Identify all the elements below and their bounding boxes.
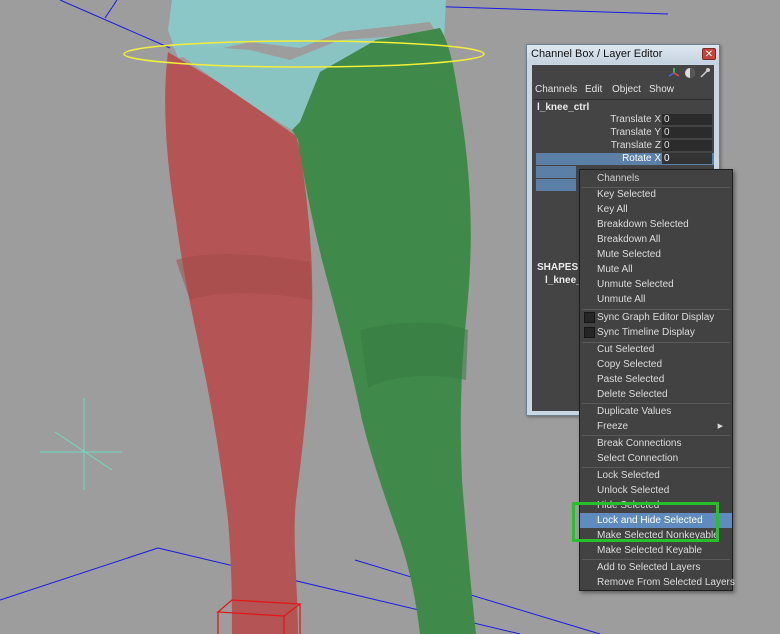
menu-header: Channels (597, 173, 640, 184)
attribute-value[interactable]: 0 (662, 140, 712, 151)
menu-item-make-selected-nonkeyable[interactable]: Make Selected Nonkeyable (580, 528, 732, 543)
attribute-row-selected[interactable] (536, 166, 576, 178)
menu-object[interactable]: Object (612, 84, 641, 95)
attribute-value[interactable]: 0 (662, 114, 712, 125)
icon-bar (532, 65, 714, 81)
close-button[interactable]: ✕ (702, 48, 716, 60)
menu-edit[interactable]: Edit (585, 84, 602, 95)
menu-item-sync-graph-editor[interactable]: Sync Graph Editor Display (580, 310, 732, 325)
menu-item-unmute-all[interactable]: Unmute All (580, 292, 732, 307)
menu-item-mute-all[interactable]: Mute All (580, 262, 732, 277)
attribute-label: Translate X (610, 114, 661, 125)
menu-item-cut-selected[interactable]: Cut Selected (580, 342, 732, 357)
menu-item-add-to-selected-layers[interactable]: Add to Selected Layers (580, 560, 732, 575)
menu-item-delete-selected[interactable]: Delete Selected (580, 387, 732, 402)
menu-item-freeze[interactable]: Freeze ▶ (580, 419, 732, 434)
attribute-label: Rotate X (622, 153, 661, 164)
attribute-row[interactable]: Translate Z 0 (536, 140, 714, 152)
shapes-header: SHAPES (537, 262, 579, 273)
menu-item-lock-and-hide-selected[interactable]: Lock and Hide Selected (580, 513, 732, 528)
attribute-row-selected[interactable]: Rotate X 0 (536, 153, 714, 165)
menu-item-duplicate-values[interactable]: Duplicate Values (580, 404, 732, 419)
menu-show[interactable]: Show (649, 84, 674, 95)
menu-item-make-selected-keyable[interactable]: Make Selected Keyable (580, 543, 732, 558)
checkbox-icon[interactable] (584, 312, 595, 323)
attribute-row-selected[interactable] (536, 179, 576, 191)
shape-node-name[interactable]: l_knee_ (545, 275, 582, 286)
attribute-value[interactable]: 0 (662, 127, 712, 138)
menu-item-mute-selected[interactable]: Mute Selected (580, 247, 732, 262)
divider (534, 99, 712, 100)
menu-item-copy-selected[interactable]: Copy Selected (580, 357, 732, 372)
menu-item-breakdown-all[interactable]: Breakdown All (580, 232, 732, 247)
menu-item-key-all[interactable]: Key All (580, 202, 732, 217)
menu-channels[interactable]: Channels (535, 84, 577, 95)
attribute-row[interactable]: Translate Y 0 (536, 127, 714, 139)
axis-icon[interactable] (668, 67, 680, 79)
submenu-arrow-icon: ▶ (717, 423, 723, 430)
display-icon[interactable] (684, 67, 696, 79)
menu-item-lock-selected[interactable]: Lock Selected (580, 468, 732, 483)
menu-item-break-connections[interactable]: Break Connections (580, 436, 732, 451)
menu-item-unlock-selected[interactable]: Unlock Selected (580, 483, 732, 498)
window-title: Channel Box / Layer Editor (527, 45, 719, 64)
channel-box-menubar: Channels Edit Object Show (532, 81, 714, 99)
channels-context-menu: Channels Key Selected Key All Breakdown … (579, 169, 735, 591)
checkbox-icon[interactable] (584, 327, 595, 338)
attribute-label: Translate Y (610, 127, 661, 138)
menu-item-remove-from-selected-layers[interactable]: Remove From Selected Layers (580, 575, 735, 590)
left-leg-shading (176, 254, 312, 300)
attribute-row[interactable]: Translate X 0 (536, 114, 714, 126)
menu-item-hide-selected[interactable]: Hide Selected (580, 498, 732, 513)
menu-item-paste-selected[interactable]: Paste Selected (580, 372, 732, 387)
menu-item-sync-timeline[interactable]: Sync Timeline Display (580, 325, 732, 340)
node-name[interactable]: l_knee_ctrl (537, 102, 589, 113)
menu-item-unmute-selected[interactable]: Unmute Selected (580, 277, 732, 292)
menu-item-breakdown-selected[interactable]: Breakdown Selected (580, 217, 732, 232)
attribute-value[interactable]: 0 (662, 153, 712, 164)
menu-item-key-selected[interactable]: Key Selected (580, 187, 732, 202)
pin-icon[interactable] (699, 67, 711, 79)
menu-item-select-connection[interactable]: Select Connection (580, 451, 732, 466)
attribute-label: Translate Z (610, 140, 661, 151)
